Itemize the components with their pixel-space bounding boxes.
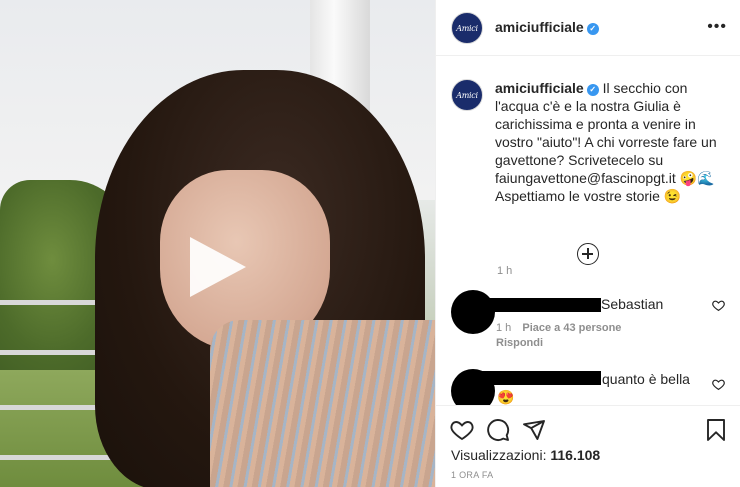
comment-avatar-redacted[interactable] <box>451 290 495 334</box>
like-heart-icon[interactable] <box>450 418 474 442</box>
video-person-shirt <box>210 320 435 487</box>
instagram-post: Amici amiciufficiale ✓ ••• Amici amiciuff… <box>0 0 740 487</box>
share-paper-plane-icon[interactable] <box>522 418 546 442</box>
avatar-logo-text: Amici <box>456 90 478 100</box>
load-more-comments-icon[interactable] <box>577 243 599 265</box>
comment-text: Sebastian <box>601 296 664 312</box>
views-label: Visualizzazioni: <box>451 447 547 463</box>
save-bookmark-icon[interactable] <box>704 418 728 442</box>
comment-time[interactable]: 1 h <box>496 322 511 334</box>
post-video[interactable] <box>0 0 435 487</box>
reply-button[interactable]: Rispondi <box>496 337 543 349</box>
account-avatar[interactable]: Amici <box>451 12 483 44</box>
verified-badge-icon: ✓ <box>586 23 599 35</box>
views-count[interactable]: Visualizzazioni: 116.108 <box>451 447 600 463</box>
comment-likes[interactable]: Piace a 43 persone <box>522 322 621 334</box>
header-username-text[interactable]: amiciufficiale <box>495 19 584 35</box>
post-side-panel: Amici amiciufficiale ✓ ••• Amici amiciuff… <box>435 0 740 487</box>
views-number: 116.108 <box>550 447 601 463</box>
play-icon[interactable] <box>190 237 246 297</box>
caption-username[interactable]: amiciufficiale <box>495 80 584 96</box>
comment-text: quanto è bella <box>602 371 690 387</box>
comment-meta: 1 h Piace a 43 persone <box>496 322 621 334</box>
caption-text-block: amiciufficiale ✓ Il secchio con l'acqua c… <box>495 79 735 205</box>
comment-username-redacted <box>477 298 601 312</box>
caption-body: Il secchio con l'acqua c'è e la nostra G… <box>495 80 717 204</box>
post-header: Amici amiciufficiale ✓ ••• <box>436 0 740 56</box>
caption-avatar[interactable]: Amici <box>451 79 483 111</box>
more-options-icon[interactable]: ••• <box>707 18 727 36</box>
comments-section: Amici amiciufficiale ✓ Il secchio con l'a… <box>436 57 740 405</box>
post-actions: Visualizzazioni: 116.108 1 ORA FA <box>436 405 740 487</box>
comment-username-redacted <box>477 371 601 385</box>
header-username[interactable]: amiciufficiale ✓ <box>495 19 599 35</box>
post-timestamp[interactable]: 1 ORA FA <box>451 470 493 480</box>
comment-emoji-line: 😍 <box>497 389 515 405</box>
like-comment-heart-icon[interactable] <box>712 378 725 391</box>
caption-time[interactable]: 1 h <box>497 265 512 277</box>
comment-bubble-icon[interactable] <box>486 418 510 442</box>
avatar-logo-text: Amici <box>456 23 478 33</box>
like-comment-heart-icon[interactable] <box>712 299 725 312</box>
verified-badge-icon: ✓ <box>586 84 599 96</box>
